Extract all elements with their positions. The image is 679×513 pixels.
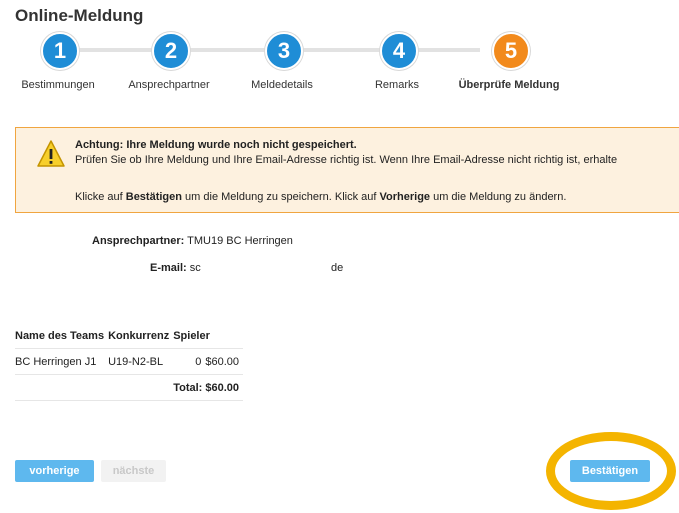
alert-hint-text-2: um die Meldung zu speichern. Klick auf bbox=[182, 191, 380, 203]
teams-table: Name des Teams Konkurrenz Spieler BC Her… bbox=[15, 325, 244, 401]
alert-hint-text-3: um die Meldung zu ändern. bbox=[430, 191, 567, 203]
page-title: Online-Meldung bbox=[15, 6, 144, 25]
email-row: E-mail: sc bbox=[150, 262, 201, 274]
table-total-row: Total: $60.00 bbox=[15, 374, 244, 401]
column-header-players: Spieler bbox=[173, 325, 244, 349]
team-name-cell: BC Herringen J1 bbox=[15, 348, 109, 375]
warning-icon bbox=[37, 140, 65, 167]
step-5-circle[interactable]: 5 bbox=[492, 32, 530, 70]
email-value-end: de bbox=[331, 262, 344, 274]
alert-message: Achtung: Ihre Meldung wurde noch nicht g… bbox=[75, 138, 617, 168]
step-5-label: Überprüfe Meldung bbox=[458, 79, 560, 91]
total-value: $60.00 bbox=[205, 382, 240, 394]
step-4-label[interactable]: Remarks bbox=[375, 79, 419, 91]
alert-hint-confirm-word: Bestätigen bbox=[125, 191, 182, 203]
progress-stepper: 1 2 3 4 5 Bestimmungen Ansprechpartner M… bbox=[0, 32, 679, 92]
step-2-label[interactable]: Ansprechpartner bbox=[128, 79, 209, 91]
alert-hint-text-1: Klicke auf bbox=[75, 191, 126, 203]
column-header-team: Name des Teams bbox=[15, 325, 109, 349]
price-cell: $60.00 bbox=[205, 348, 244, 375]
players-cell: 0 bbox=[173, 348, 206, 375]
step-1-circle[interactable]: 1 bbox=[41, 32, 79, 70]
next-button[interactable]: nächste bbox=[101, 460, 166, 482]
alert-action-hint: Klicke auf Bestätigen um die Meldung zu … bbox=[75, 191, 566, 203]
competition-cell: U19-N2-BL bbox=[108, 348, 174, 375]
total-label: Total: bbox=[173, 382, 203, 394]
confirm-highlight-circle bbox=[546, 432, 676, 510]
total-cell: Total: $60.00 bbox=[173, 374, 244, 401]
step-1-label[interactable]: Bestimmungen bbox=[21, 79, 94, 91]
previous-button[interactable]: vorherige bbox=[15, 460, 94, 482]
alert-hint-previous-word: Vorherige bbox=[379, 191, 431, 203]
email-label: E-mail: bbox=[150, 262, 187, 274]
contact-label: Ansprechpartner: bbox=[92, 235, 185, 247]
table-row: BC Herringen J1 U19-N2-BL 0 $60.00 bbox=[15, 348, 244, 375]
step-3-circle[interactable]: 3 bbox=[265, 32, 303, 70]
step-4-circle[interactable]: 4 bbox=[380, 32, 418, 70]
alert-instructions: Prüfen Sie ob Ihre Meldung und Ihre Emai… bbox=[75, 154, 618, 166]
step-3-label[interactable]: Meldedetails bbox=[251, 79, 313, 91]
email-value-start: sc bbox=[189, 262, 201, 274]
contact-value: TMU19 BC Herringen bbox=[187, 235, 293, 247]
column-header-competition: Konkurrenz bbox=[108, 325, 174, 349]
alert-heading: Achtung: Ihre Meldung wurde noch nicht g… bbox=[75, 139, 357, 151]
table-header-row: Name des Teams Konkurrenz Spieler bbox=[15, 325, 244, 349]
unsaved-warning-alert: Achtung: Ihre Meldung wurde noch nicht g… bbox=[15, 127, 679, 213]
step-2-circle[interactable]: 2 bbox=[152, 32, 190, 70]
contact-row: Ansprechpartner: TMU19 BC Herringen bbox=[92, 235, 293, 247]
